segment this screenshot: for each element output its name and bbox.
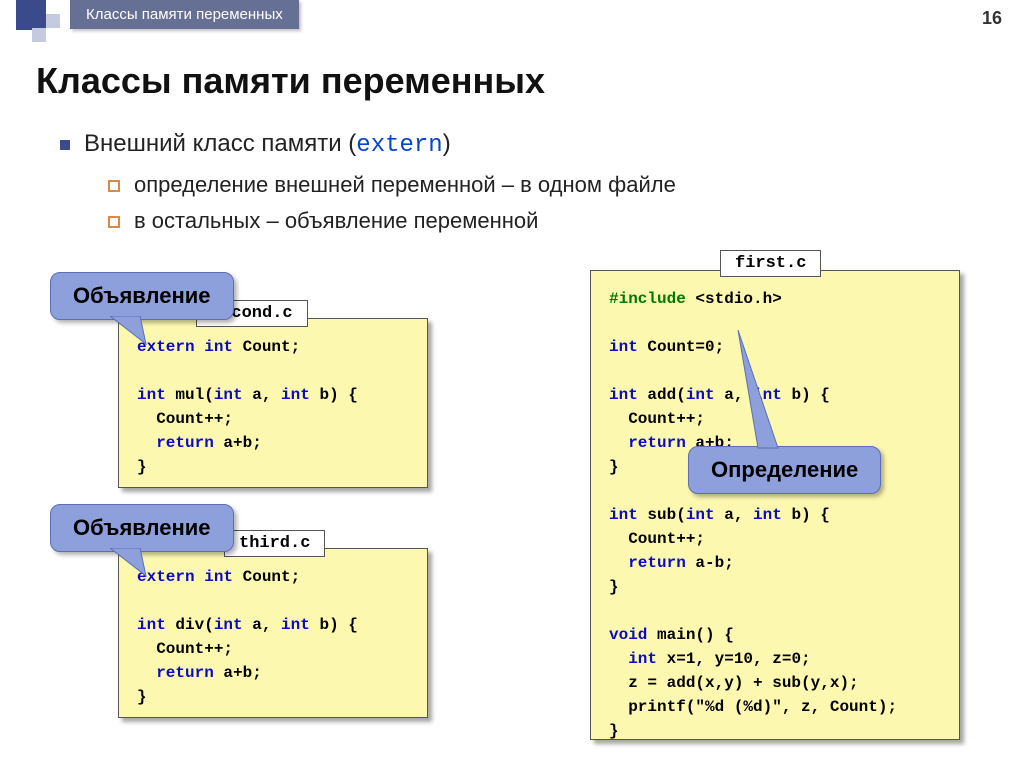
logo-squares [16,0,70,40]
code-third: extern int Count; int div(int a, int b) … [137,565,409,709]
callout-definition: Определение [688,446,881,494]
file-tab-third: third.c [224,530,325,557]
extern-keyword: extern [356,132,442,159]
code-second: extern int Count; int mul(int a, int b) … [137,335,409,479]
header-bar: Классы памяти переменных 16 [0,0,1024,40]
page-number: 16 [982,8,1002,29]
sub-bullet-1: определение внешней переменной – в одном… [108,172,676,198]
callout-tail-icon [110,316,158,346]
code-panel-second: extern int Count; int mul(int a, int b) … [118,318,428,488]
callout-declaration-2: Объявление [50,504,234,552]
callout-declaration-1: Объявление [50,272,234,320]
sub-bullet-2: в остальных – объявление переменной [108,208,538,234]
file-tab-first: first.c [720,250,821,277]
breadcrumb: Классы памяти переменных [70,0,299,29]
sub-bullet-1-text: определение внешней переменной – в одном… [134,172,676,198]
page-title: Классы памяти переменных [36,60,545,102]
bullet-extern: Внешний класс памяти (extern) [60,130,451,159]
sub-bullet-2-text: в остальных – объявление переменной [134,208,538,234]
code-panel-third: extern int Count; int div(int a, int b) … [118,548,428,718]
callout-tail-icon [110,548,158,578]
callout-tail-icon [720,330,780,450]
bullet-text-post: ) [443,130,451,157]
bullet-text-pre: Внешний класс памяти ( [84,130,356,157]
